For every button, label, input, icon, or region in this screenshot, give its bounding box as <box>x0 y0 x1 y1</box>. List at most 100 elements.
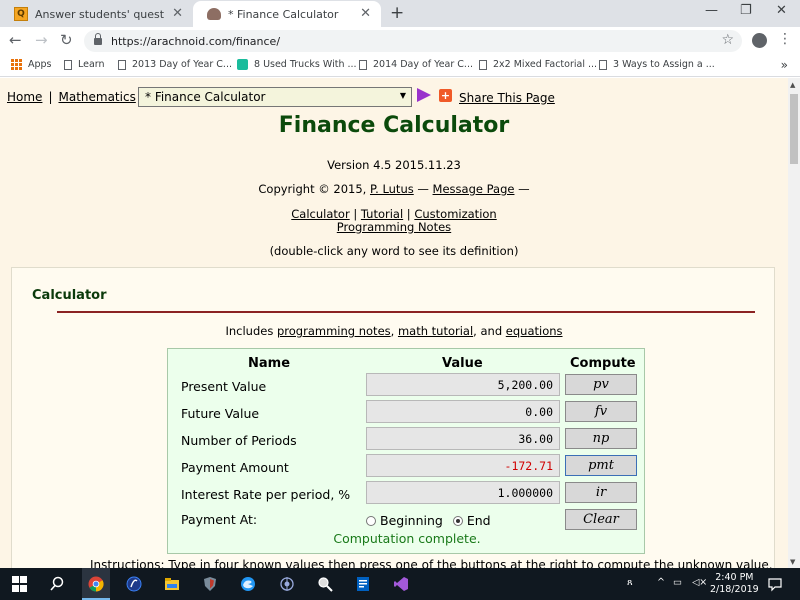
bookmark-2014-day-of-year[interactable]: 2014 Day of Year C... <box>359 59 473 70</box>
people-icon[interactable]: ጸ <box>627 577 633 588</box>
calculator-link[interactable]: Calculator <box>291 207 349 221</box>
customization-link[interactable]: Customization <box>414 207 496 221</box>
windows-start-icon[interactable] <box>12 576 28 592</box>
site-icon <box>237 59 248 70</box>
scroll-thumb[interactable] <box>790 94 798 164</box>
magnifier-app-icon[interactable] <box>317 576 333 592</box>
close-icon[interactable]: ✕ <box>172 6 183 21</box>
present-value-input[interactable]: 5,200.00 <box>366 373 560 396</box>
visual-studio-icon[interactable] <box>393 576 409 592</box>
bookmark-label: 2014 Day of Year C... <box>373 59 473 70</box>
profile-avatar-icon[interactable] <box>752 33 767 48</box>
tray-overflow-icon[interactable]: ^ <box>657 577 665 588</box>
version-text: Version 4.5 2015.11.23 <box>327 158 461 172</box>
tab-answer-questions[interactable]: Q Answer students' questions and l ✕ <box>0 1 193 27</box>
tutorial-link[interactable]: Tutorial <box>361 207 403 221</box>
bookmark-label: 3 Ways to Assign a ... <box>613 59 715 70</box>
copyright-text: Copyright © 2015, <box>258 182 367 196</box>
tab-finance-calculator[interactable]: * Finance Calculator ✕ <box>193 1 381 27</box>
app-icon[interactable] <box>126 576 142 592</box>
beginning-label: Beginning <box>380 513 443 528</box>
share-plus-icon[interactable]: + <box>439 89 452 102</box>
notes-app-icon[interactable] <box>355 576 371 592</box>
end-label: End <box>466 513 491 528</box>
header-name: Name <box>248 356 291 371</box>
programming-notes-link[interactable]: Programming Notes <box>337 220 451 234</box>
bookmark-label: Apps <box>28 59 52 70</box>
future-value-input[interactable]: 0.00 <box>366 400 560 423</box>
programming-notes-inline-link[interactable]: programming notes <box>277 324 391 338</box>
new-tab-icon[interactable]: + <box>390 3 404 23</box>
bookmark-used-trucks[interactable]: 8 Used Trucks With ... <box>237 59 357 70</box>
select-value: * Finance Calculator <box>145 90 266 104</box>
page-icon <box>479 59 487 70</box>
bookmark-mixed-factorial[interactable]: 2x2 Mixed Factorial ... <box>479 59 597 70</box>
page-icon <box>118 59 126 70</box>
scroll-up-icon[interactable]: ▲ <box>790 81 795 89</box>
end-radio[interactable] <box>452 515 463 526</box>
restore-icon[interactable]: ❐ <box>740 3 752 18</box>
home-link[interactable]: Home <box>7 90 42 104</box>
file-explorer-icon[interactable] <box>164 576 180 592</box>
share-page-link[interactable]: Share This Page <box>459 91 555 105</box>
clock-time: 2:40 PM <box>715 572 754 583</box>
forward-icon[interactable]: → <box>35 31 48 49</box>
battery-icon[interactable]: ▭ <box>673 577 682 588</box>
tab-title: * Finance Calculator <box>228 7 339 21</box>
message-page-link[interactable]: Message Page <box>433 182 515 196</box>
more-bookmarks-icon[interactable]: » <box>781 58 788 72</box>
close-window-icon[interactable]: ✕ <box>776 3 787 18</box>
tab-title: Answer students' questions and l <box>35 7 165 21</box>
bookmark-2013-day-of-year[interactable]: 2013 Day of Year C... <box>118 59 232 70</box>
tab-favicon-icon: Q <box>14 7 28 21</box>
dash: — <box>417 182 429 196</box>
calculator-section: Calculator Includes programming notes, m… <box>11 267 775 568</box>
security-shield-icon[interactable] <box>202 576 218 592</box>
go-arrow-icon[interactable] <box>417 88 431 102</box>
compute-fv-button[interactable]: fv <box>565 401 637 422</box>
back-icon[interactable]: ← <box>9 31 22 49</box>
math-tutorial-link[interactable]: math tutorial <box>398 324 473 338</box>
interest-rate-input[interactable]: 1.000000 <box>366 481 560 504</box>
calculator-table: Name Value Compute Present Value 5,200.0… <box>167 348 645 554</box>
bookmark-ways-to-assign[interactable]: 3 Ways to Assign a ... <box>599 59 715 70</box>
beginning-radio[interactable] <box>366 515 376 526</box>
search-icon[interactable] <box>49 576 65 592</box>
page-icon <box>359 59 367 70</box>
page-icon <box>64 59 72 70</box>
minimize-icon[interactable]: — <box>705 3 718 18</box>
scroll-down-icon[interactable]: ▼ <box>790 558 795 566</box>
compute-ir-button[interactable]: ir <box>565 482 637 503</box>
present-value-label: Present Value <box>181 379 267 394</box>
compute-pmt-button[interactable]: pmt <box>565 455 637 476</box>
address-bar[interactable]: https://arachnoid.com/finance/ ☆ <box>84 30 742 52</box>
bookmark-star-icon[interactable]: ☆ <box>721 32 734 48</box>
instructions-text: Instructions: Type in four known values … <box>90 558 773 568</box>
number-of-periods-input[interactable]: 36.00 <box>366 427 560 450</box>
compute-pv-button[interactable]: pv <box>565 374 637 395</box>
close-icon[interactable]: ✕ <box>360 6 371 21</box>
reload-icon[interactable]: ↻ <box>60 31 73 49</box>
volume-icon[interactable]: ◁× <box>692 577 707 588</box>
menu-dots-icon[interactable]: ⋮ <box>778 31 792 47</box>
network-app-icon[interactable] <box>279 576 295 592</box>
chrome-icon[interactable] <box>88 576 104 592</box>
future-value-label: Future Value <box>181 406 260 421</box>
equations-link[interactable]: equations <box>506 324 563 338</box>
payment-at-options: Beginning End <box>366 513 491 528</box>
notifications-icon[interactable] <box>767 576 783 592</box>
page-scrollbar[interactable]: ▲ ▼ <box>788 78 800 568</box>
bookmark-apps[interactable]: Apps <box>11 59 52 70</box>
system-clock[interactable]: 2:40 PM 2/18/2019 <box>710 572 759 596</box>
bookmark-learn[interactable]: Learn <box>64 59 105 70</box>
payment-amount-input[interactable]: -172.71 <box>366 454 560 477</box>
page-select-dropdown[interactable]: * Finance Calculator ▼ <box>138 87 412 107</box>
compute-np-button[interactable]: np <box>565 428 637 449</box>
tab-bar: Q Answer students' questions and l ✕ * F… <box>0 0 800 27</box>
status-message: Computation complete. <box>333 531 481 546</box>
edge-icon[interactable] <box>240 576 256 592</box>
mathematics-link[interactable]: Mathematics <box>58 90 135 104</box>
bookmark-label: Learn <box>78 59 105 70</box>
clear-button[interactable]: Clear <box>565 509 637 530</box>
author-link[interactable]: P. Lutus <box>370 182 414 196</box>
